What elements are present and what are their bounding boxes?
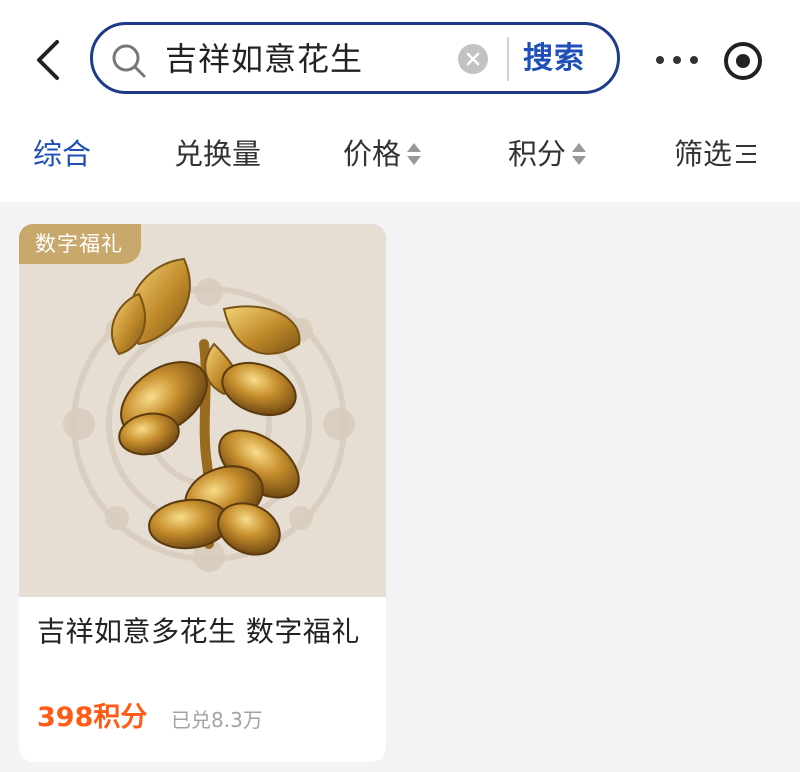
more-dot-icon xyxy=(673,56,681,64)
chevron-left-icon xyxy=(37,40,59,80)
product-sold-count: 已兑8.3万 xyxy=(171,708,263,732)
more-options-button[interactable] xyxy=(656,45,698,75)
product-badge: 数字福礼 xyxy=(19,224,141,264)
close-icon xyxy=(466,52,480,66)
product-card[interactable]: 数字福礼 吉祥如意多花生 数字福礼 398积分 已兑8.3万 xyxy=(19,224,386,762)
product-title[interactable]: 吉祥如意多花生 数字福礼 xyxy=(37,614,372,650)
search-box[interactable]: 吉祥如意花生 搜索 xyxy=(90,22,620,94)
search-input[interactable]: 吉祥如意花生 xyxy=(165,39,363,79)
tab-points[interactable]: 积分 xyxy=(508,132,587,176)
sort-bar: 综合 兑换量 价格 积分 筛选 xyxy=(0,118,800,202)
back-button[interactable] xyxy=(28,38,68,82)
more-dot-icon xyxy=(656,56,664,64)
sort-arrows-icon xyxy=(572,142,587,166)
tab-label: 兑换量 xyxy=(174,137,262,171)
tab-label: 积分 xyxy=(508,137,567,171)
search-icon xyxy=(112,44,146,78)
target-icon[interactable] xyxy=(722,40,764,82)
tab-label: 筛选 xyxy=(674,137,733,171)
tab-label: 综合 xyxy=(33,137,92,171)
golden-peanut-branch-icon xyxy=(63,257,355,572)
search-button[interactable]: 搜索 xyxy=(523,37,585,81)
more-dot-icon xyxy=(690,56,698,64)
filter-button[interactable]: 筛选 xyxy=(674,132,757,176)
filter-lines-icon xyxy=(736,143,757,165)
sort-arrows-icon xyxy=(407,142,422,166)
product-price: 398积分 xyxy=(37,702,148,733)
tab-redemptions[interactable]: 兑换量 xyxy=(174,132,261,176)
tab-comprehensive[interactable]: 综合 xyxy=(33,132,91,176)
top-bar: 吉祥如意花生 搜索 xyxy=(0,0,800,118)
tab-price[interactable]: 价格 xyxy=(343,132,422,176)
search-divider xyxy=(507,37,509,81)
product-image[interactable]: 数字福礼 xyxy=(19,224,386,597)
clear-search-button[interactable] xyxy=(458,44,488,74)
tab-label: 价格 xyxy=(343,137,402,171)
